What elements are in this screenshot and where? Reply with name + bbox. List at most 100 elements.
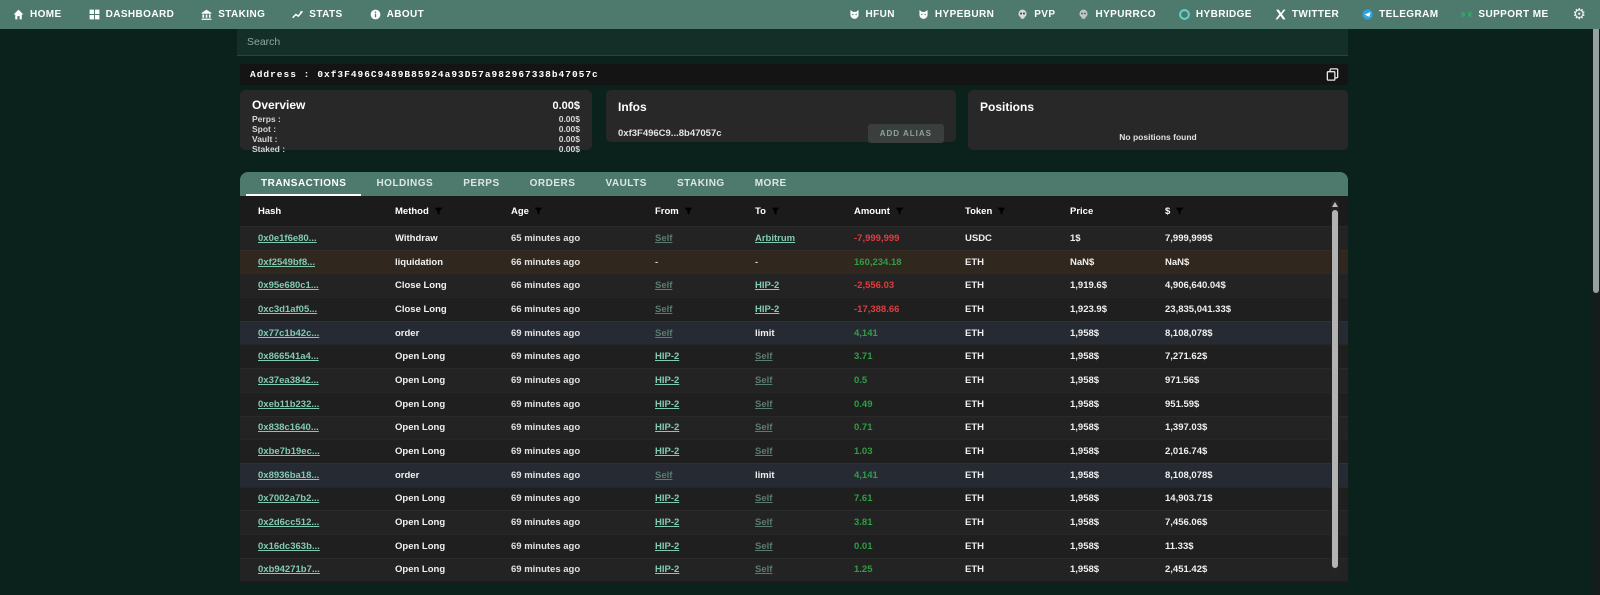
tx-from[interactable]: Self [655, 470, 672, 481]
tab-holdings[interactable]: HOLDINGS [361, 172, 448, 196]
filter-funnel-icon[interactable] [895, 207, 904, 216]
tx-price: NaN$ [1070, 257, 1165, 268]
nav-item-telegram[interactable]: TELEGRAM [1361, 8, 1438, 21]
tx-to[interactable]: HIP-2 [755, 304, 779, 315]
table-row: 0x838c1640... Open Long 69 minutes ago H… [240, 416, 1348, 440]
filter-funnel-icon[interactable] [1175, 207, 1184, 216]
tx-hash-link[interactable]: 0xeb11b232... [258, 399, 319, 410]
tx-hash-link[interactable]: 0x2d6cc512... [258, 517, 319, 528]
settings-gear-icon[interactable]: ⚙ [1573, 7, 1586, 22]
tx-from[interactable]: HIP-2 [655, 422, 679, 433]
tx-hash-link[interactable]: 0x8936ba18... [258, 470, 319, 481]
tx-hash-link[interactable]: 0x37ea3842... [258, 375, 319, 386]
nav-item-dashboard[interactable]: DASHBOARD [88, 8, 175, 21]
table-scrollbar[interactable] [1331, 200, 1339, 579]
tx-hash-link[interactable]: 0xf2549bf8... [258, 257, 315, 268]
tx-price: 1,958$ [1070, 564, 1165, 575]
tx-from[interactable]: HIP-2 [655, 351, 679, 362]
tx-method: Withdraw [395, 233, 511, 244]
tab-perps[interactable]: PERPS [448, 172, 514, 196]
overview-total: 0.00$ [552, 100, 580, 112]
filter-funnel-icon[interactable] [771, 207, 780, 216]
tx-to[interactable]: Self [755, 541, 772, 552]
tx-from[interactable]: Self [655, 280, 672, 291]
tx-method: Open Long [395, 493, 511, 504]
tx-hash-link[interactable]: 0x16dc363b... [258, 541, 320, 552]
tx-to[interactable]: Arbitrum [755, 233, 795, 244]
filter-funnel-icon[interactable] [434, 207, 443, 216]
tx-from[interactable]: HIP-2 [655, 446, 679, 457]
page-scrollbar-thumb[interactable] [1593, 8, 1599, 293]
tx-amount: 4,141 [854, 328, 878, 339]
add-alias-button[interactable]: ADD ALIAS [868, 124, 944, 143]
page-scrollbar[interactable] [1592, 0, 1600, 595]
nav-item-home[interactable]: HOME [12, 8, 62, 21]
line-chart-icon [291, 8, 304, 21]
tab-staking[interactable]: STAKING [662, 172, 740, 196]
tx-hash-link[interactable]: 0x77c1b42c... [258, 328, 319, 339]
tab-transactions[interactable]: TRANSACTIONS [246, 172, 361, 196]
tx-from[interactable]: HIP-2 [655, 541, 679, 552]
tx-hash-link[interactable]: 0x866541a4... [258, 351, 319, 362]
tabs-bar: TRANSACTIONSHOLDINGSPERPSORDERSVAULTSSTA… [240, 172, 1348, 196]
tx-to[interactable]: Self [755, 375, 772, 386]
tx-to[interactable]: Self [755, 399, 772, 410]
nav-item-supportme[interactable]: SUPPORT ME [1460, 8, 1548, 21]
table-row: 0x95e680c1... Close Long 66 minutes ago … [240, 273, 1348, 297]
bowtie-icon [1460, 8, 1473, 21]
tx-token: ETH [965, 375, 1070, 386]
nav-left: HOME DASHBOARD STAKING STATS ABOUT [12, 8, 450, 21]
tx-amount: 160,234.18 [854, 257, 902, 268]
filter-funnel-icon[interactable] [534, 207, 543, 216]
nav-item-staking[interactable]: STAKING [200, 8, 265, 21]
filter-funnel-icon[interactable] [997, 207, 1006, 216]
filter-funnel-icon[interactable] [684, 207, 693, 216]
tx-to[interactable]: Self [755, 517, 772, 528]
tx-hash-link[interactable]: 0xbe7b19ec... [258, 446, 320, 457]
tx-from[interactable]: HIP-2 [655, 564, 679, 575]
tx-to[interactable]: Self [755, 564, 772, 575]
tx-to[interactable]: HIP-2 [755, 280, 779, 291]
tx-to[interactable]: Self [755, 446, 772, 457]
tx-method: Open Long [395, 375, 511, 386]
nav-item-about[interactable]: ABOUT [369, 8, 425, 21]
tx-hash-link[interactable]: 0x95e680c1... [258, 280, 319, 291]
tx-from[interactable]: Self [655, 233, 672, 244]
tx-age: 69 minutes ago [511, 328, 655, 339]
tx-to[interactable]: Self [755, 351, 772, 362]
tx-to[interactable]: Self [755, 493, 772, 504]
search-input[interactable] [237, 29, 1348, 55]
nav-item-stats[interactable]: STATS [291, 8, 342, 21]
column-header-amount: Amount [854, 206, 965, 217]
table-row: 0xc3d1af05... Close Long 66 minutes ago … [240, 297, 1348, 321]
table-scrollbar-thumb[interactable] [1332, 210, 1338, 568]
tab-vaults[interactable]: VAULTS [590, 172, 662, 196]
tx-age: 66 minutes ago [511, 304, 655, 315]
scroll-up-arrow-icon[interactable] [1332, 202, 1338, 207]
tx-hash-link[interactable]: 0x7002a7b2... [258, 493, 319, 504]
tx-to[interactable]: Self [755, 422, 772, 433]
tx-usd: 4,906,640.04$ [1165, 280, 1348, 291]
nav-item-twitter[interactable]: TWITTER [1274, 8, 1339, 21]
tx-from[interactable]: HIP-2 [655, 493, 679, 504]
nav-item-hypurrco[interactable]: HYPURRCO [1077, 8, 1155, 21]
nav-item-pvp[interactable]: PVP [1016, 8, 1055, 21]
copy-address-button[interactable] [1325, 67, 1340, 82]
tx-usd: 951.59$ [1165, 399, 1348, 410]
tab-more[interactable]: MORE [740, 172, 802, 196]
tx-from[interactable]: Self [655, 304, 672, 315]
tx-from[interactable]: HIP-2 [655, 399, 679, 410]
tx-hash-link[interactable]: 0xb94271b7... [258, 564, 320, 575]
tx-from[interactable]: HIP-2 [655, 375, 679, 386]
tab-orders[interactable]: ORDERS [515, 172, 591, 196]
nav-item-hybridge[interactable]: HYBRIDGE [1178, 8, 1252, 21]
nav-item-hypeburn[interactable]: HYPEBURN [917, 8, 994, 21]
nav-item-hfun[interactable]: HFUN [848, 8, 895, 21]
tx-hash-link[interactable]: 0x0e1f6e80... [258, 233, 317, 244]
table-row: 0x2d6cc512... Open Long 69 minutes ago H… [240, 510, 1348, 534]
tx-hash-link[interactable]: 0xc3d1af05... [258, 304, 317, 315]
tx-from[interactable]: Self [655, 328, 672, 339]
tx-from[interactable]: HIP-2 [655, 517, 679, 528]
tx-method: order [395, 328, 511, 339]
tx-hash-link[interactable]: 0x838c1640... [258, 422, 319, 433]
